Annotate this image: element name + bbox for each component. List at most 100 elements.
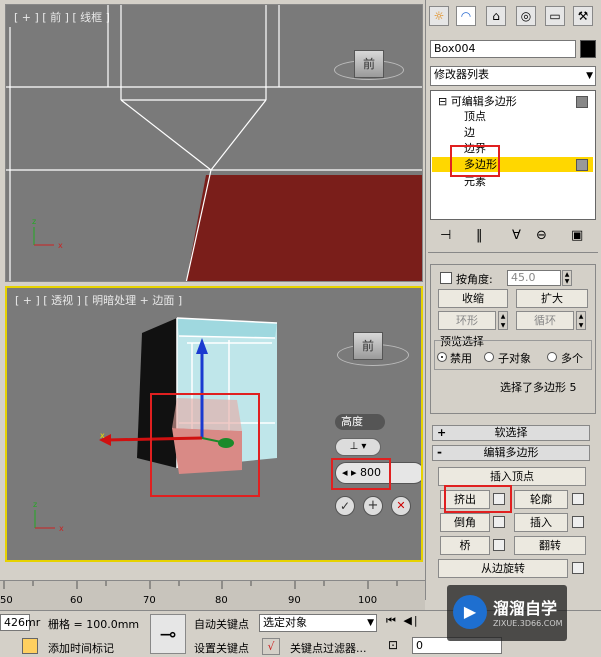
set-key-button[interactable]: 设置关键点 xyxy=(194,640,249,656)
modifier-list-dropdown[interactable]: 修改器列表 ▼ xyxy=(430,66,596,86)
caddy-apply-button[interactable]: + xyxy=(363,496,383,516)
annotation-height-box xyxy=(331,458,391,490)
by-angle-field[interactable]: 45.0 xyxy=(507,270,561,286)
front-axis-x-label: x xyxy=(58,241,63,250)
auto-key-button[interactable]: 自动关键点 xyxy=(194,616,249,632)
insert-vertex-button[interactable]: 插入顶点 xyxy=(438,467,586,486)
selection-set-dropdown[interactable]: 选定对象 ▼ xyxy=(259,614,377,632)
show-end-result-icon[interactable]: ‖ xyxy=(476,228,483,243)
by-angle-spinner[interactable]: ▲ ▼ xyxy=(562,270,572,286)
tick-100: 100 xyxy=(358,595,378,606)
chevron-down-icon[interactable]: ▼ xyxy=(586,68,593,84)
remove-modifier-icon[interactable]: ⊖ xyxy=(536,228,547,243)
caddy-title-text: 高度 xyxy=(341,415,363,428)
tick-50: 50 xyxy=(0,595,13,606)
flip-button[interactable]: 翻转 xyxy=(514,536,586,555)
radio-multiple-label[interactable]: 多个 xyxy=(561,350,583,366)
bridge-button[interactable]: 桥 xyxy=(440,536,490,555)
divider xyxy=(428,252,598,253)
utilities-tab-icon[interactable]: ⚒ xyxy=(573,6,593,26)
bevel-settings-button[interactable] xyxy=(493,516,505,528)
hinge-settings-button[interactable] xyxy=(572,562,584,574)
edit-poly-title[interactable]: 编辑多边形 xyxy=(433,446,589,460)
by-angle-checkbox[interactable] xyxy=(440,272,452,284)
annotation-polygon-box xyxy=(450,145,500,177)
radio-multiple[interactable] xyxy=(547,352,557,362)
caddy-title: 高度 xyxy=(335,414,385,430)
loop-button[interactable]: 循环 xyxy=(516,311,574,330)
timeline-ticks xyxy=(3,581,398,589)
tick-70: 70 xyxy=(143,595,156,606)
persp-axis-z-label: z xyxy=(33,500,38,509)
front-viewport[interactable]: [ + ] [ 前 ] [ 线框 ] z x 前 xyxy=(5,4,423,282)
display-tab-icon[interactable]: ▭ xyxy=(545,6,565,26)
radio-subobject[interactable] xyxy=(484,352,494,362)
stack-root-toggle[interactable] xyxy=(576,96,588,108)
annotation-extrude-box xyxy=(444,485,512,513)
selection-set-label[interactable]: 选定对象 xyxy=(263,616,307,629)
stack-polygon-toggle[interactable] xyxy=(576,159,588,171)
outline-button[interactable]: 轮廓 xyxy=(514,490,568,509)
loop-spinner[interactable]: ▲ ▼ xyxy=(576,311,586,330)
stack-item-edge[interactable]: 边 xyxy=(464,126,475,140)
grid-size-label: 栅格 = 100.0mm xyxy=(48,618,140,631)
add-time-tag-label[interactable]: 添加时间标记 xyxy=(48,640,114,656)
edit-poly-rollout[interactable]: - 编辑多边形 xyxy=(432,445,590,461)
key-filters-button[interactable]: 关键点过滤器... xyxy=(290,640,367,656)
make-unique-icon[interactable]: ∀ xyxy=(512,228,521,243)
key-filter-icon[interactable]: √ xyxy=(262,638,280,655)
pin-stack-icon[interactable]: ⊣ xyxy=(440,228,451,243)
motion-tab-icon[interactable]: ◎ xyxy=(516,6,536,26)
modifier-list-label[interactable]: 修改器列表 xyxy=(434,68,489,81)
object-name-field[interactable]: Box004 xyxy=(430,40,576,58)
playback-controls[interactable]: ⏮ ◀| xyxy=(386,614,446,632)
persp-gizmo-x-label: x xyxy=(100,431,105,440)
hinge-from-edge-button[interactable]: 从边旋转 xyxy=(438,559,568,578)
stack-root-label[interactable]: 可编辑多边形 xyxy=(451,95,517,108)
object-color-swatch[interactable] xyxy=(580,40,596,58)
ring-button[interactable]: 环形 xyxy=(438,311,496,330)
watermark: ▶ 溜溜自学 ZIXUE.3D66.COM xyxy=(447,585,567,641)
time-config-icon[interactable]: ⊡ xyxy=(388,638,404,654)
tick-60: 60 xyxy=(70,595,83,606)
modify-tab-icon[interactable]: ◠ xyxy=(456,6,476,26)
selection-status: 选择了多边形 5 xyxy=(500,381,577,394)
inset-button[interactable]: 插入 xyxy=(514,513,568,532)
grow-button[interactable]: 扩大 xyxy=(516,289,588,308)
coordinate-field[interactable]: 426mr xyxy=(0,614,40,631)
add-time-tag-lock-icon[interactable] xyxy=(22,638,38,654)
stack-root[interactable]: ⊟ 可编辑多边形 xyxy=(438,95,588,109)
tick-90: 90 xyxy=(288,595,301,606)
shrink-button[interactable]: 收缩 xyxy=(438,289,508,308)
ring-spinner[interactable]: ▲ ▼ xyxy=(498,311,508,330)
outline-settings-button[interactable] xyxy=(572,493,584,505)
persp-viewcube[interactable]: 前 xyxy=(353,332,383,360)
caddy-type-dropdown[interactable]: ⊥ ▾ xyxy=(335,438,381,456)
watermark-brand: 溜溜自学 xyxy=(493,599,558,618)
caddy-cancel-button[interactable]: ✕ xyxy=(391,496,411,516)
configure-sets-icon[interactable]: ▣ xyxy=(571,228,583,243)
chevron-down-icon[interactable]: ▼ xyxy=(367,615,374,631)
create-tab-icon[interactable]: ☼ xyxy=(429,6,449,26)
inset-settings-button[interactable] xyxy=(572,516,584,528)
bridge-settings-button[interactable] xyxy=(493,539,505,551)
timeline-track[interactable]: 50 60 70 80 90 100 xyxy=(0,580,425,610)
radio-subobject-label[interactable]: 子对象 xyxy=(498,350,531,366)
soft-selection-title[interactable]: 软选择 xyxy=(433,426,589,440)
front-viewcube[interactable]: 前 xyxy=(354,50,384,78)
front-wireframe xyxy=(6,5,422,281)
watermark-url: ZIXUE.3D66.COM xyxy=(493,619,563,628)
caddy-ok-button[interactable]: ✓ xyxy=(335,496,355,516)
set-key-mode-icon[interactable]: ⊸ xyxy=(150,614,186,654)
bevel-button[interactable]: 倒角 xyxy=(440,513,490,532)
soft-selection-rollout[interactable]: + 软选择 xyxy=(432,425,590,441)
by-angle-label: 按角度: xyxy=(456,273,493,286)
watermark-logo-icon: ▶ xyxy=(453,595,487,629)
stack-item-element[interactable]: 元素 xyxy=(464,175,486,189)
stack-item-vertex[interactable]: 顶点 xyxy=(464,110,486,124)
persp-axis-x-label: x xyxy=(59,524,64,533)
annotation-face-box xyxy=(150,393,260,497)
radio-disable[interactable] xyxy=(437,352,447,362)
hierarchy-tab-icon[interactable]: ⌂ xyxy=(486,6,506,26)
radio-disable-label[interactable]: 禁用 xyxy=(450,350,472,366)
